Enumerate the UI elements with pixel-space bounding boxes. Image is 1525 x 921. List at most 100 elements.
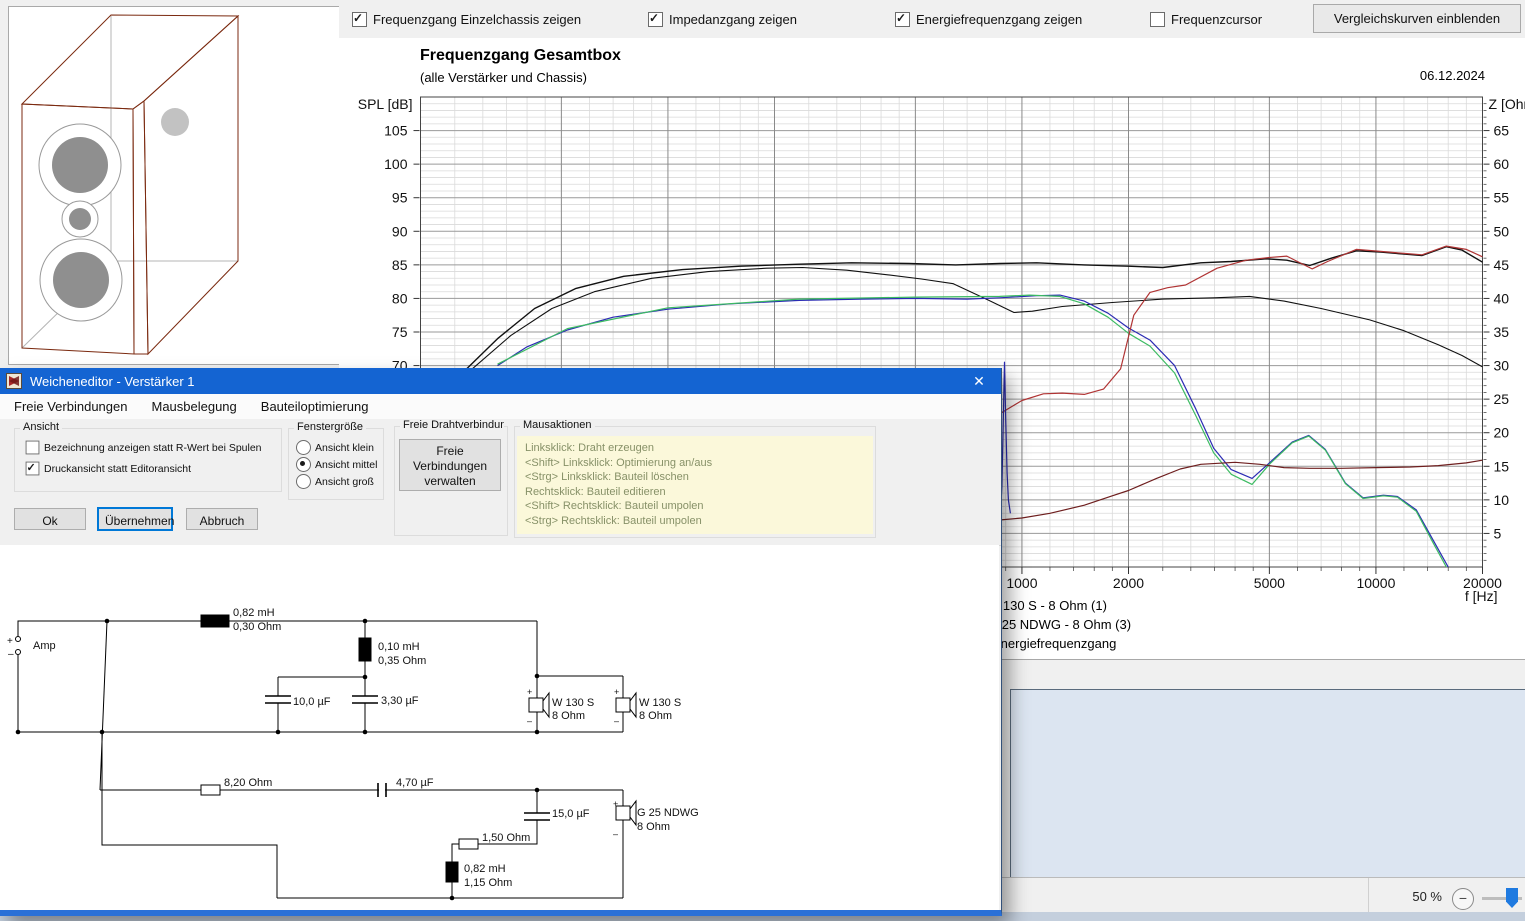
svg-text:4,70 µF: 4,70 µF [396, 777, 434, 789]
svg-text:0,30 Ohm: 0,30 Ohm [233, 621, 281, 633]
svg-text:10: 10 [1494, 492, 1510, 508]
status-separator [1368, 878, 1369, 912]
svg-text:75: 75 [392, 324, 408, 340]
svg-text:0,10 mH: 0,10 mH [378, 641, 420, 653]
svg-text:0,82 mH: 0,82 mH [464, 863, 506, 875]
svg-text:15,0 µF: 15,0 µF [552, 808, 590, 820]
close-icon[interactable]: ✕ [967, 371, 991, 391]
checkbox-icon[interactable] [26, 462, 40, 476]
dialog-menubar: Freie Verbindungen Mausbelegung Bauteilo… [0, 394, 1001, 420]
group-mausaktionen: Mausaktionen Linksklick: Draht erzeugen … [514, 426, 876, 538]
svg-text:+: + [527, 687, 532, 697]
svg-text:–: – [614, 716, 619, 726]
svg-text:60: 60 [1494, 156, 1510, 172]
svg-text:8 Ohm: 8 Ohm [639, 710, 672, 722]
checkbox-label: Frequenzgang Einzelchassis zeigen [373, 12, 581, 27]
app-window: Frequenzgang Einzelchassis zeigen Impeda… [0, 0, 1525, 921]
checkbox-icon[interactable] [1150, 12, 1165, 27]
checkbox-bezeichnung[interactable]: Bezeichnung anzeigen statt R-Wert bei Sp… [25, 440, 262, 455]
mausaktionen-list: Linksklick: Draht erzeugen <Shift> Links… [517, 436, 873, 534]
abbruch-button[interactable]: Abbruch [186, 508, 258, 530]
svg-text:8,20 Ohm: 8,20 Ohm [224, 777, 272, 789]
svg-text:40: 40 [1494, 290, 1510, 306]
checkbox-label: Bezeichnung anzeigen statt R-Wert bei Sp… [44, 442, 262, 454]
svg-text:1,15 Ohm: 1,15 Ohm [464, 877, 512, 889]
svg-text:–: – [527, 716, 532, 726]
checkbox-frequenzcursor[interactable]: Frequenzcursor [1150, 11, 1262, 27]
svg-text:0,82 mH: 0,82 mH [233, 607, 275, 619]
vergleichskurven-button[interactable]: Vergleichskurven einblenden [1313, 4, 1521, 33]
svg-text:100: 100 [384, 156, 408, 172]
maus-line: Linksklick: Draht erzeugen [525, 441, 865, 456]
group-label: Freie Drahtverbindungen [400, 419, 504, 431]
svg-text:8 Ohm: 8 Ohm [637, 821, 670, 833]
svg-text:5: 5 [1494, 525, 1502, 541]
svg-text:45: 45 [1494, 257, 1510, 273]
svg-text:20: 20 [1494, 425, 1510, 441]
svg-text:3,30 µF: 3,30 µF [381, 695, 419, 707]
radio-label: Ansicht mittel [315, 459, 377, 471]
checkbox-icon[interactable] [352, 12, 367, 27]
chart-subtitle: (alle Verstärker und Chassis) [420, 70, 587, 85]
svg-text:55: 55 [1494, 190, 1510, 206]
svg-text:8 Ohm: 8 Ohm [552, 710, 585, 722]
group-ansicht: Ansicht Bezeichnung anzeigen statt R-Wer… [14, 428, 282, 492]
menu-bauteiloptimierung[interactable]: Bauteiloptimierung [251, 395, 379, 418]
svg-text:W 130 S: W 130 S [639, 697, 681, 709]
svg-text:0,35 Ohm: 0,35 Ohm [378, 655, 426, 667]
radio-icon[interactable] [296, 457, 311, 472]
checkbox-icon[interactable] [895, 12, 910, 27]
checkbox-icon[interactable] [648, 12, 663, 27]
chart-date: 06.12.2024 [1390, 68, 1485, 83]
freie-verbindungen-verwalten-button[interactable]: Freie Verbindungen verwalten [399, 439, 501, 491]
crossover-schematic[interactable]: +–Amp0,82 mH0,30 Ohm0,10 mH0,35 Ohm10,0 … [0, 545, 999, 910]
group-label: Ansicht [20, 421, 62, 433]
svg-text:–: – [613, 829, 618, 839]
menu-freie-verbindungen[interactable]: Freie Verbindungen [4, 395, 137, 418]
svg-text:85: 85 [392, 257, 408, 273]
maus-line: <Shift> Linksklick: Optimierung an/aus [525, 456, 865, 471]
group-label: Fenstergröße [294, 421, 366, 433]
ok-button[interactable]: Ok [14, 508, 86, 530]
svg-text:30: 30 [1494, 358, 1510, 374]
radio-icon[interactable] [296, 474, 311, 489]
svg-text:25: 25 [1494, 391, 1510, 407]
maus-line: <Strg> Rechtsklick: Bauteil umpolen [525, 514, 865, 529]
checkbox-frequenzgang-einzelchassis[interactable]: Frequenzgang Einzelchassis zeigen [352, 11, 581, 27]
svg-text:+: + [614, 687, 619, 697]
radio-ansicht-klein[interactable]: Ansicht klein [296, 440, 374, 455]
svg-text:105: 105 [384, 123, 408, 139]
svg-text:W 130 S: W 130 S [552, 697, 594, 709]
radio-label: Ansicht klein [315, 442, 374, 454]
radio-ansicht-mittel[interactable]: Ansicht mittel [296, 457, 377, 472]
menu-mausbelegung[interactable]: Mausbelegung [141, 395, 246, 418]
lower-strip [1000, 659, 1525, 690]
radio-label: Ansicht groß [315, 476, 374, 488]
svg-text:1000: 1000 [1006, 575, 1037, 591]
checkbox-druckansicht[interactable]: Druckansicht statt Editoransicht [25, 461, 191, 476]
bass-port [161, 108, 189, 136]
radio-icon[interactable] [296, 440, 311, 455]
svg-text:50: 50 [1494, 223, 1510, 239]
uebernehmen-button[interactable]: Übernehmen [98, 508, 172, 530]
svg-text:15: 15 [1494, 458, 1510, 474]
checkbox-impedanzgang[interactable]: Impedanzgang zeigen [648, 11, 797, 27]
checkbox-icon[interactable] [26, 441, 40, 455]
zoom-out-button[interactable]: − [1452, 888, 1474, 910]
dialog-options: Ansicht Bezeichnung anzeigen statt R-Wer… [0, 419, 1001, 546]
radio-ansicht-gross[interactable]: Ansicht groß [296, 474, 374, 489]
svg-text:–: – [8, 649, 14, 660]
zoom-level-label: 50 % [1402, 889, 1442, 904]
checkbox-label: Frequenzcursor [1171, 12, 1262, 27]
svg-text:95: 95 [392, 190, 408, 206]
svg-text:65: 65 [1494, 123, 1510, 139]
box-preview-panel [8, 6, 341, 365]
svg-text:10,0 µF: 10,0 µF [293, 696, 331, 708]
maus-line: Rechtsklick: Bauteil editieren [525, 485, 865, 500]
svg-text:SPL [dB]: SPL [dB] [358, 96, 413, 112]
secondary-panel [1010, 689, 1525, 878]
dialog-title: Weicheneditor - Verstärker 1 [30, 374, 195, 389]
checkbox-energiefrequenzgang[interactable]: Energiefrequenzgang zeigen [895, 11, 1082, 27]
dialog-titlebar[interactable]: Weicheneditor - Verstärker 1 ✕ [0, 368, 1001, 394]
legend-item-w130s: W 130 S - 8 Ohm (1) [987, 598, 1107, 613]
